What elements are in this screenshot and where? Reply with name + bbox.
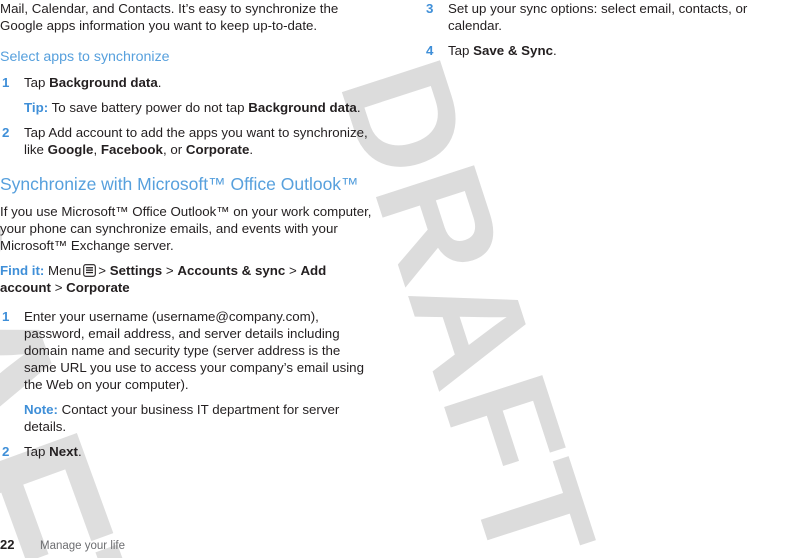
right-column: 3 Set up your sync options: select email…	[424, 0, 798, 59]
page-body: Mail, Calendar, and Contacts. It’s easy …	[0, 0, 808, 558]
find-it-separator-4: >	[54, 280, 63, 295]
step-number: 4	[426, 43, 434, 58]
steps-outlook: 1 Enter your username (username@company.…	[0, 308, 374, 460]
tip-text-after: .	[356, 100, 361, 115]
step-text-before: Tap	[24, 75, 50, 90]
find-it-label: Find it:	[0, 263, 45, 278]
intro-paragraph: Mail, Calendar, and Contacts. It’s easy …	[0, 1, 339, 33]
find-it-separator-1: >	[98, 263, 107, 278]
find-it-separator-3: >	[288, 263, 297, 278]
step-text-after: .	[77, 444, 82, 459]
find-it-path: Find it: Menu > Settings > Accounts & syn…	[0, 262, 374, 296]
page-number: 22	[0, 537, 15, 552]
find-it-separator-2: >	[165, 263, 174, 278]
left-column: Mail, Calendar, and Contacts. It’s easy …	[0, 0, 374, 460]
find-it-crumb-corporate: Corporate	[66, 280, 130, 295]
tip-block: Tip: To save battery power do not tap Ba…	[24, 99, 374, 116]
step-text-before: Tap	[448, 43, 474, 58]
step-text: Set up your sync options: select email, …	[448, 1, 748, 33]
list-item: 1 Tap Background data. Tip: To save batt…	[0, 74, 374, 116]
step-number: 2	[2, 125, 10, 140]
note-text: Contact your business IT department for …	[24, 402, 340, 434]
step-number: 1	[2, 75, 10, 90]
step-number: 2	[2, 444, 10, 459]
heading-select-apps: Select apps to synchronize	[0, 49, 170, 65]
step-text-after: .	[249, 142, 254, 157]
step-number: 3	[426, 1, 434, 16]
find-it-crumb-accounts-sync: Accounts & sync	[177, 263, 286, 278]
list-item: 3 Set up your sync options: select email…	[424, 0, 798, 34]
find-it-menu-word: Menu	[48, 263, 82, 278]
list-item: 1 Enter your username (username@company.…	[0, 308, 374, 435]
step-bold-term-3: Corporate	[185, 142, 250, 157]
step-text-after: .	[157, 75, 162, 90]
step-bold-term-2: Facebook	[100, 142, 163, 157]
menu-icon	[83, 264, 97, 277]
list-item: 4 Tap Save & Sync.	[424, 42, 798, 59]
step-bold-term: Next	[49, 444, 78, 459]
step-number: 1	[2, 309, 10, 324]
step-text-before: Tap	[24, 444, 50, 459]
chapter-title: Manage your life	[40, 540, 126, 552]
step-text-mid2: , or	[162, 142, 186, 157]
outlook-paragraph: If you use Microsoft™ Office Outlook™ on…	[0, 204, 372, 253]
step-text: Enter your username (username@company.co…	[24, 309, 364, 392]
step-text-mid1: ,	[93, 142, 101, 157]
find-it-crumb-settings: Settings	[109, 263, 163, 278]
tip-label: Tip:	[24, 100, 49, 115]
heading-synchronize-outlook: Synchronize with Microsoft™ Office Outlo…	[0, 174, 359, 194]
note-block: Note: Contact your business IT departmen…	[24, 401, 374, 435]
tip-text-before: To save battery power do not tap	[48, 100, 249, 115]
steps-select-apps: 1 Tap Background data. Tip: To save batt…	[0, 74, 374, 158]
step-bold-term: Google	[47, 142, 94, 157]
steps-continued: 3 Set up your sync options: select email…	[424, 0, 798, 59]
tip-bold-term: Background data	[248, 100, 357, 115]
step-text-after: .	[552, 43, 557, 58]
note-label: Note:	[24, 402, 58, 417]
list-item: 2 Tap Next.	[0, 443, 374, 460]
step-bold-term: Save & Sync	[473, 43, 553, 58]
step-bold-term: Background data	[49, 75, 158, 90]
page-footer: 22 Manage your life	[0, 537, 125, 552]
list-item: 2 Tap Add account to add the apps you wa…	[0, 124, 374, 158]
